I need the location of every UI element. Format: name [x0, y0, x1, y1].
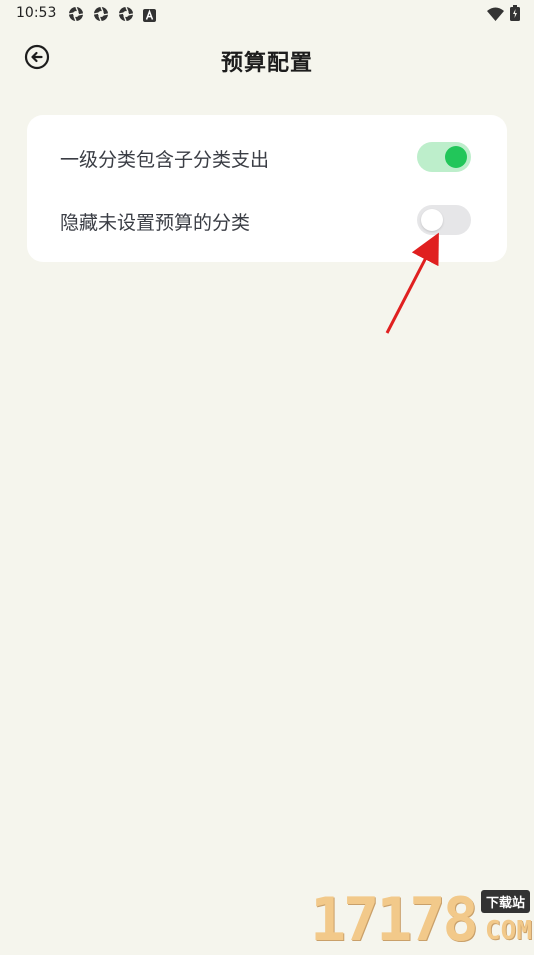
app-bar: 预算配置	[0, 36, 534, 80]
toggle-knob	[445, 146, 467, 168]
system-icons	[487, 5, 520, 25]
watermark-logo: 17178 下载站 COM	[306, 888, 532, 950]
wifi-icon	[487, 6, 504, 25]
aperture-icon	[68, 6, 84, 26]
setting-label: 隐藏未设置预算的分类	[60, 212, 251, 234]
watermark-digits: 17178	[310, 885, 479, 955]
aperture-icon	[93, 6, 109, 26]
settings-card: 一级分类包含子分类支出 隐藏未设置预算的分类	[27, 115, 507, 262]
notification-icons	[68, 6, 156, 26]
page-title: 预算配置	[220, 51, 313, 76]
watermark-suffix: COM	[485, 916, 532, 946]
setting-row-include-subcategory: 一级分类包含子分类支出	[27, 127, 507, 187]
setting-row-hide-unbudgeted: 隐藏未设置预算的分类	[27, 190, 507, 250]
include-subcategory-toggle[interactable]	[417, 142, 471, 172]
toggle-knob	[421, 209, 443, 231]
status-bar: 10:53	[0, 0, 534, 28]
status-time: 10:53	[16, 5, 57, 21]
battery-icon	[510, 5, 520, 25]
watermark-tag: 下载站	[480, 890, 530, 913]
a-box-icon	[143, 7, 156, 26]
setting-label: 一级分类包含子分类支出	[60, 149, 270, 171]
aperture-icon	[118, 6, 134, 26]
hide-unbudgeted-toggle[interactable]	[417, 205, 471, 235]
